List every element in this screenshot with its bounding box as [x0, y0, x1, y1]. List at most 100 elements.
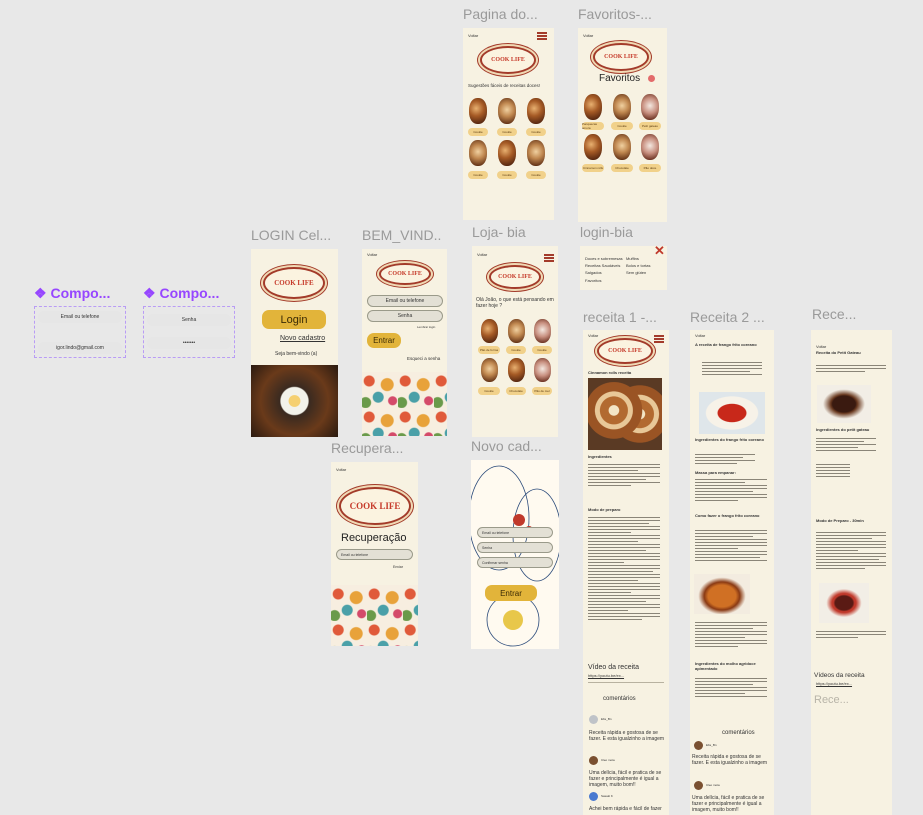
recipe-image[interactable]: [613, 94, 631, 120]
frame-title-login[interactable]: LOGIN Cel...: [251, 227, 331, 243]
recipe-image[interactable]: [527, 98, 545, 124]
avatar[interactable]: [694, 781, 703, 790]
remember-checkbox[interactable]: Lembrar login: [417, 325, 435, 329]
recipe-pill[interactable]: Cookie: [506, 346, 526, 354]
password-input[interactable]: Senha: [477, 542, 553, 553]
recipe-image[interactable]: [498, 140, 516, 166]
recipe-pill[interactable]: Cookie: [526, 171, 546, 179]
recipe-pill[interactable]: Pão doce: [639, 164, 661, 172]
menu-item[interactable]: Salgados: [585, 270, 602, 275]
email-input[interactable]: Email ou telefone: [336, 549, 413, 560]
recipe-pill[interactable]: Cookie: [478, 387, 500, 395]
recipe-image[interactable]: [481, 358, 498, 382]
avatar[interactable]: [589, 756, 598, 765]
frame-receita-1[interactable]: Voltar COOK LIFE Cinnamon rolls receita …: [583, 330, 669, 815]
frame-recuperacao[interactable]: Voltar COOK LIFE Recuperação Email ou te…: [331, 462, 418, 646]
avatar[interactable]: [589, 715, 598, 724]
menu-item[interactable]: Doces e sobremesas: [585, 256, 623, 261]
recipe-pill[interactable]: Petit gateau: [639, 122, 661, 130]
recipe-image[interactable]: [641, 134, 659, 160]
enter-button[interactable]: Entrar: [485, 585, 537, 601]
menu-item[interactable]: Receitas Saudáveis: [585, 263, 620, 268]
email-input[interactable]: Email ou telefone: [477, 527, 553, 538]
frame-pagina-do[interactable]: Voltar COOK LIFE Sugestões fáceis de rec…: [463, 28, 554, 220]
menu-icon[interactable]: [544, 254, 554, 262]
menu-icon[interactable]: [654, 335, 664, 343]
frame-favoritos[interactable]: Voltar COOK LIFE Favoritos Panquecas amo…: [578, 28, 667, 222]
frame-receita-3[interactable]: Voltar Receita do Petit Gateau Ingredien…: [811, 330, 892, 815]
recipe-pill[interactable]: Cinnamon rolls: [582, 164, 604, 172]
back-link[interactable]: Voltar: [588, 333, 598, 338]
email-field-filled[interactable]: igor.lindo@gmail.com: [38, 342, 122, 354]
recipe-image[interactable]: [584, 94, 602, 120]
login-button[interactable]: Login: [262, 310, 326, 329]
component-email-set[interactable]: Email ou telefone igor.lindo@gmail.com: [34, 306, 126, 358]
close-icon[interactable]: ✕: [654, 243, 665, 259]
recipe-image[interactable]: [641, 94, 659, 120]
recipe-image[interactable]: [584, 134, 602, 160]
frame-receita-2[interactable]: Voltar A receita de frango frito coreano…: [690, 330, 774, 815]
frame-title-receita2[interactable]: Receita 2 ...: [690, 309, 770, 325]
frame-title-loja[interactable]: Loja- bia: [472, 224, 552, 240]
recipe-pill[interactable]: Panquecas amora: [582, 122, 604, 130]
password-field-filled[interactable]: •••••••: [147, 337, 231, 349]
avatar[interactable]: [589, 792, 598, 801]
recipe-pill[interactable]: Cookie: [497, 171, 517, 179]
frame-novo-cadastro[interactable]: Email ou telefone Senha Confirmar senha …: [471, 460, 559, 649]
recipe-image[interactable]: [481, 319, 498, 343]
confirm-password-input[interactable]: Confirmar senha: [477, 557, 553, 568]
recipe-image[interactable]: [534, 319, 551, 343]
recipe-image[interactable]: [534, 358, 551, 382]
component-senha-set[interactable]: Senha •••••••: [143, 306, 235, 358]
menu-item[interactable]: Sem glúten: [626, 270, 646, 275]
frame-loja-bia[interactable]: Voltar COOK LIFE Olá João, o que está pe…: [472, 246, 558, 437]
email-input[interactable]: Email ou telefone: [367, 295, 443, 307]
recipe-pill[interactable]: Chocolate: [506, 387, 526, 395]
recipe-image[interactable]: [469, 98, 487, 124]
back-link[interactable]: Voltar: [336, 467, 346, 472]
recipe-pill[interactable]: Cookie: [611, 122, 633, 130]
recipe-pill[interactable]: Pão de mel: [532, 387, 552, 395]
frame-bem-vindo[interactable]: Voltar COOK LIFE Email ou telefone Senha…: [362, 249, 447, 436]
send-button[interactable]: Enviar: [393, 565, 403, 569]
recipe-pill[interactable]: Cookie: [468, 171, 488, 179]
avatar[interactable]: [694, 741, 703, 750]
back-link[interactable]: Voltar: [477, 252, 487, 257]
back-link[interactable]: Voltar: [468, 33, 478, 38]
back-link[interactable]: Voltar: [583, 33, 593, 38]
frame-title-loginbia[interactable]: login-bia: [580, 224, 660, 240]
recipe-pill[interactable]: Cookie: [468, 128, 488, 136]
frame-title-recuperacao[interactable]: Recupera...: [331, 440, 411, 456]
menu-item[interactable]: Favoritos: [585, 278, 601, 283]
new-account-link[interactable]: Novo cadastro: [280, 335, 325, 342]
frame-title-rece[interactable]: Rece...: [812, 306, 872, 322]
menu-item[interactable]: Muffins: [626, 256, 639, 261]
frame-title-favoritos[interactable]: Favoritos-...: [578, 6, 658, 22]
menu-icon[interactable]: [537, 32, 547, 40]
frame-title-receita1[interactable]: receita 1 -...: [583, 309, 663, 325]
password-field[interactable]: Senha: [147, 314, 231, 326]
recipe-image[interactable]: [469, 140, 487, 166]
frame-login-cel[interactable]: COOK LIFE Login Novo cadastro Seja bem-v…: [251, 249, 338, 437]
back-link[interactable]: Voltar: [695, 333, 705, 338]
recipe-image[interactable]: [508, 358, 525, 382]
forgot-password-link[interactable]: Esqueci a senha: [407, 356, 440, 361]
recipe-image[interactable]: [613, 134, 631, 160]
recipe-image[interactable]: [498, 98, 516, 124]
recipe-pill[interactable]: Cookie: [532, 346, 552, 354]
back-link[interactable]: Voltar: [816, 344, 826, 349]
recipe-pill[interactable]: Chocolate: [611, 164, 633, 172]
password-input[interactable]: Senha: [367, 310, 443, 322]
recipe-pill[interactable]: Cookie: [526, 128, 546, 136]
recipe-image[interactable]: [527, 140, 545, 166]
frame-title-bemvindo[interactable]: BEM_VIND...: [362, 227, 442, 243]
frame-title-pagina[interactable]: Pagina do...: [463, 6, 543, 22]
back-link[interactable]: Voltar: [367, 252, 377, 257]
recipe-pill[interactable]: Pão de forma: [478, 346, 500, 354]
component-label-email[interactable]: ❖ Compo...: [34, 285, 110, 302]
enter-button[interactable]: Entrar: [367, 333, 401, 348]
email-field[interactable]: Email ou telefone: [38, 311, 122, 323]
recipe-pill[interactable]: Cookie: [497, 128, 517, 136]
frame-title-novo[interactable]: Novo cad...: [471, 438, 551, 454]
video-link[interactable]: https://youtu.be/ex...: [588, 673, 624, 678]
